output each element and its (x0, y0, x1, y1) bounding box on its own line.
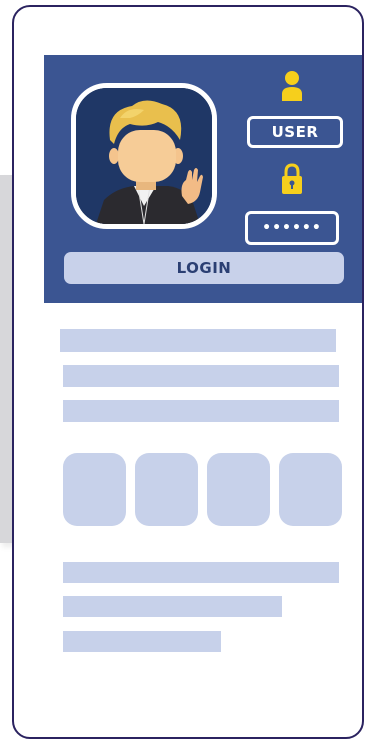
placeholder-line-3 (63, 400, 339, 422)
login-card: USER •••••• LOGIN (44, 55, 362, 303)
placeholder-line-2 (63, 365, 339, 387)
user-icon (277, 69, 307, 103)
placeholder-tile-4 (279, 453, 342, 526)
password-mask: •••••• (262, 220, 322, 236)
placeholder-line-5 (63, 596, 282, 617)
phone-frame: USER •••••• LOGIN (12, 5, 364, 739)
placeholder-line-6 (63, 631, 221, 652)
username-label: USER (271, 123, 319, 141)
login-button-label: LOGIN (176, 259, 232, 277)
username-field[interactable]: USER (247, 116, 343, 148)
illustration-stage: USER •••••• LOGIN (0, 0, 380, 745)
password-field[interactable]: •••••• (245, 211, 339, 245)
avatar-illustration (76, 88, 212, 224)
placeholder-tile-1 (63, 453, 126, 526)
placeholder-line-1 (60, 329, 336, 352)
placeholder-tile-3 (207, 453, 270, 526)
placeholder-line-4 (63, 562, 339, 583)
lock-icon (277, 161, 307, 197)
avatar (71, 83, 217, 229)
login-button[interactable]: LOGIN (64, 252, 344, 284)
placeholder-tile-2 (135, 453, 198, 526)
